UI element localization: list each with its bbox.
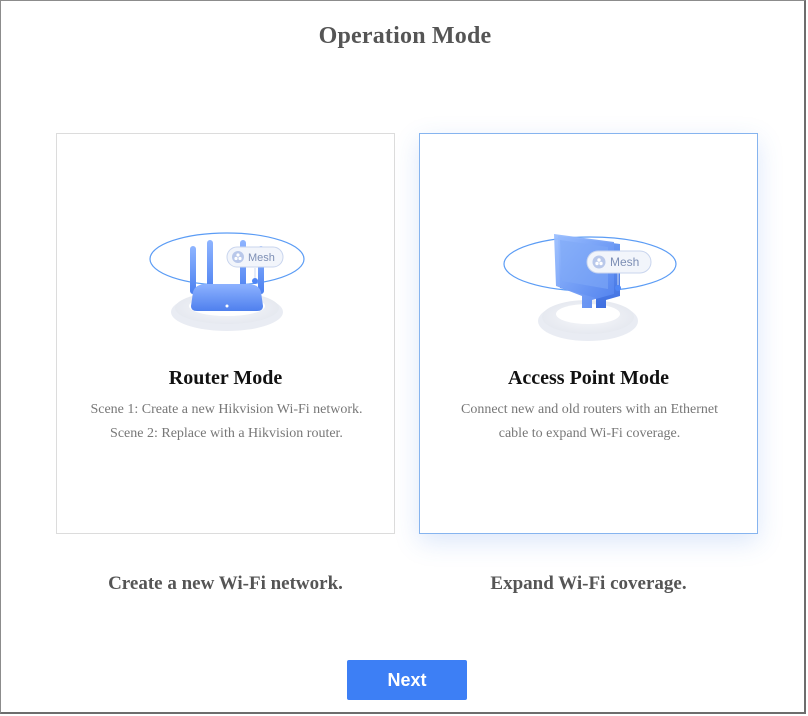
router-mode-title: Router Mode	[168, 367, 283, 389]
mesh-badge-label: Mesh	[610, 255, 639, 269]
app-window: Operation Mode Mesh Router Mode Scene 1:…	[0, 0, 806, 714]
description-line: cable to expand Wi-Fi coverage.	[498, 426, 681, 441]
mesh-icon: Mesh	[586, 250, 652, 274]
page-title: Operation Mode	[318, 23, 492, 49]
access-point-mode-caption: Expand Wi-Fi coverage.	[490, 573, 687, 594]
description-line: Connect new and old routers with an Ethe…	[461, 402, 718, 417]
description-line: Scene 2: Replace with a Hikvision router…	[110, 426, 343, 441]
router-mode-card[interactable]: Mesh Router Mode Scene 1: Create a new H…	[56, 133, 395, 534]
mesh-icon: Mesh	[226, 246, 284, 268]
next-button[interactable]: Next	[347, 660, 467, 700]
access-point-mode-description: Connect new and old routers with an Ethe…	[438, 398, 741, 446]
router-mode-caption: Create a new Wi-Fi network.	[108, 573, 343, 594]
mesh-badge-label: Mesh	[248, 252, 275, 264]
access-point-illustration: Mesh	[503, 234, 677, 341]
access-point-mode-title: Access Point Mode	[507, 367, 670, 389]
router-mode-description: Scene 1: Create a new Hikvision Wi-Fi ne…	[75, 398, 378, 446]
access-point-mode-card[interactable]: Mesh Access Point Mode Connect new and o…	[419, 133, 758, 534]
router-illustration: Mesh	[149, 232, 305, 331]
description-line: Scene 1: Create a new Hikvision Wi-Fi ne…	[90, 402, 363, 417]
